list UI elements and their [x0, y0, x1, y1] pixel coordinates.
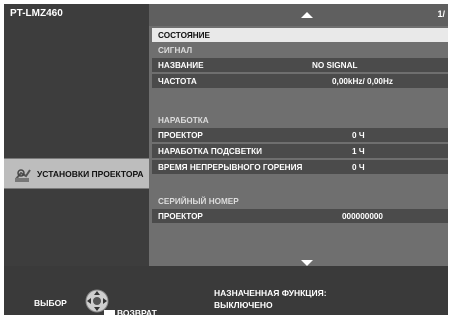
projector-settings-icon: [15, 168, 31, 182]
menu-separator-bottom: [4, 188, 149, 189]
runtime-projector-row: ПРОЕКТОР 0 Ч: [152, 128, 448, 142]
page-indicator: 1/: [437, 9, 445, 19]
serial-header: СЕРИЙНЫЙ НОМЕР: [152, 194, 448, 208]
runtime-backlight-row: НАРАБОТКА ПОДСВЕТКИ 1 Ч: [152, 144, 448, 158]
signal-header-label: СИГНАЛ: [158, 45, 193, 55]
runtime-continuous-value: 0 Ч: [352, 162, 365, 172]
model-name: PT-LMZ460: [10, 8, 63, 19]
runtime-backlight-label: НАРАБОТКА ПОДСВЕТКИ: [158, 146, 263, 156]
menu-item-label: УСТАНОВКИ ПРОЕКТОРА: [37, 168, 144, 179]
scroll-up-icon[interactable]: [301, 12, 313, 18]
menu-item-projector-settings[interactable]: УСТАНОВКИ ПРОЕКТОРА: [4, 159, 149, 188]
back-button-icon: [104, 310, 115, 318]
projector-osd-window: PT-LMZ460 УСТАНОВКИ ПРОЕКТОРА 1/ СОСТОЯН…: [4, 4, 448, 318]
runtime-continuous-label: ВРЕМЯ НЕПРЕРЫВНОГО ГОРЕНИЯ: [158, 162, 303, 172]
serial-projector-row: ПРОЕКТОР 000000000: [152, 209, 448, 223]
runtime-continuous-row: ВРЕМЯ НЕПРЕРЫВНОГО ГОРЕНИЯ 0 Ч: [152, 160, 448, 174]
serial-header-label: СЕРИЙНЫЙ НОМЕР: [158, 196, 239, 206]
serial-projector-label: ПРОЕКТОР: [158, 211, 203, 221]
signal-name-row: НАЗВАНИЕ NO SIGNAL: [152, 58, 448, 72]
runtime-header-label: НАРАБОТКА: [158, 115, 209, 125]
runtime-projector-label: ПРОЕКТОР: [158, 130, 203, 140]
signal-header: СИГНАЛ: [152, 43, 448, 57]
signal-frequency-row: ЧАСТОТА 0,00kHz/ 0,00Hz: [152, 74, 448, 88]
serial-projector-value: 000000000: [342, 211, 383, 221]
runtime-backlight-value: 1 Ч: [352, 146, 365, 156]
signal-name-label: НАЗВАНИЕ: [158, 60, 204, 70]
status-title: СОСТОЯНИЕ: [152, 28, 448, 42]
runtime-header: НАРАБОТКА: [152, 113, 448, 127]
status-panel: 1/ СОСТОЯНИЕ СИГНАЛ НАЗВАНИЕ NO SIGNAL Ч…: [149, 4, 448, 266]
signal-frequency-value: 0,00kHz/ 0,00Hz: [332, 76, 393, 86]
back-label: ВОЗВРАТ: [117, 308, 157, 318]
footer-bar: ВЫБОР ВОЗВРАТ НАЗНАЧЕННАЯ ФУНКЦИЯ: ВЫКЛЮ…: [4, 266, 448, 318]
signal-name-value: NO SIGNAL: [312, 60, 358, 70]
select-label: ВЫБОР: [34, 298, 67, 308]
status-title-label: СОСТОЯНИЕ: [158, 30, 210, 40]
assigned-function-label: НАЗНАЧЕННАЯ ФУНКЦИЯ:: [214, 288, 327, 298]
assigned-function-value: ВЫКЛЮЧЕНО: [214, 300, 273, 310]
left-menu-panel: PT-LMZ460 УСТАНОВКИ ПРОЕКТОРА: [4, 4, 149, 266]
signal-frequency-label: ЧАСТОТА: [158, 76, 197, 86]
runtime-projector-value: 0 Ч: [352, 130, 365, 140]
status-topbar: 1/: [149, 4, 448, 26]
